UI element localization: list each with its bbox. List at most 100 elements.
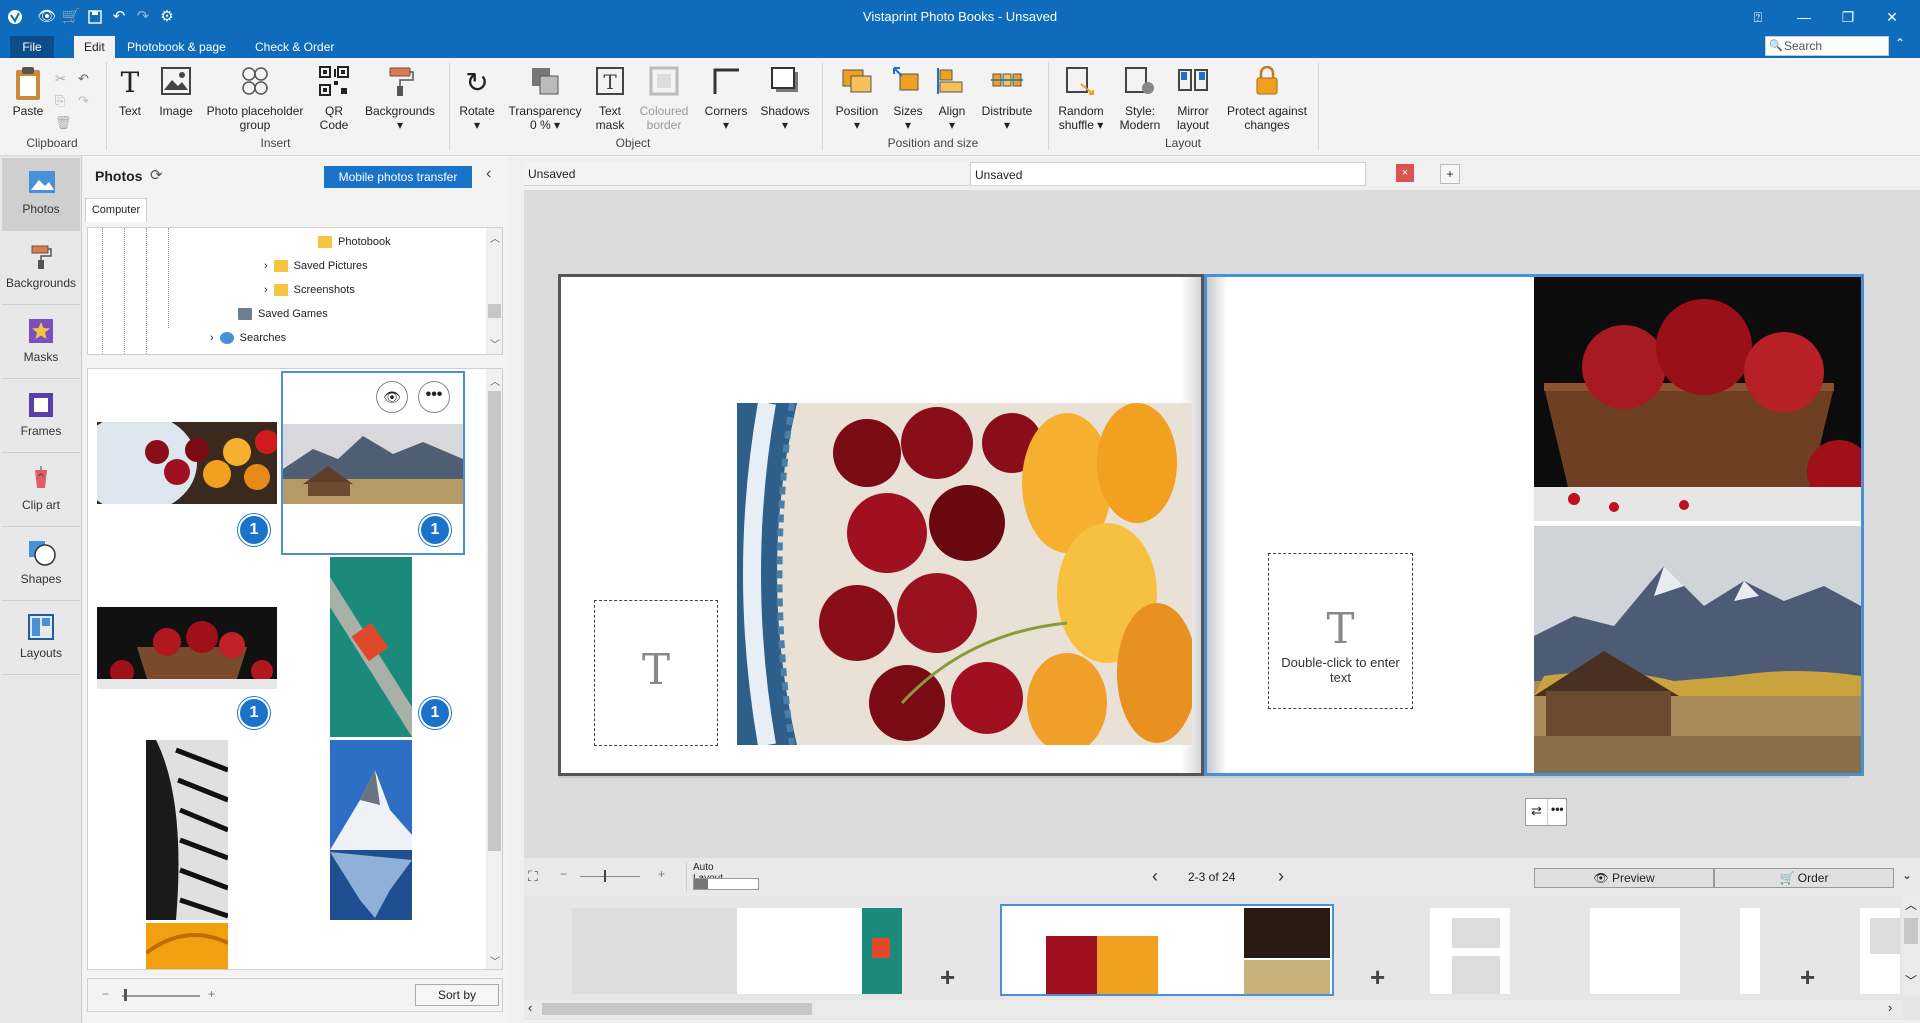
right-page-selected[interactable]: T Double-click to enter text bbox=[1204, 274, 1864, 776]
tree-item-saved-games[interactable]: Saved Games bbox=[238, 305, 328, 323]
close-window-button[interactable]: ✕ bbox=[1870, 0, 1914, 34]
text-placeholder-left[interactable]: T bbox=[594, 600, 718, 746]
menu-check-order[interactable]: Check & Order bbox=[245, 36, 344, 58]
auto-layout-toggle[interactable] bbox=[693, 878, 759, 890]
zoom-slider-handle[interactable] bbox=[604, 870, 606, 882]
coloured-border-button[interactable]: Coloured border bbox=[636, 66, 692, 132]
thumbnail-size-slider[interactable] bbox=[122, 995, 200, 997]
filmstrip-spread-current[interactable] bbox=[1000, 904, 1334, 996]
zoom-out-icon[interactable]: − bbox=[102, 987, 109, 1001]
zoom-out-icon[interactable]: − bbox=[560, 867, 567, 881]
tab-frames[interactable]: Frames bbox=[2, 380, 80, 453]
tab-shapes[interactable]: Shapes bbox=[2, 528, 80, 601]
insert-image-button[interactable]: Image bbox=[156, 66, 196, 118]
minimize-button[interactable]: — bbox=[1782, 0, 1826, 34]
menu-edit[interactable]: Edit bbox=[74, 36, 115, 58]
photo-barn-mountains[interactable] bbox=[1534, 526, 1861, 773]
tree-item-screenshots[interactable]: › Screenshots bbox=[264, 281, 355, 299]
chevron-right-icon[interactable]: › bbox=[1888, 1000, 1892, 1015]
tab-backgrounds[interactable]: Backgrounds bbox=[2, 232, 80, 305]
photo-thumb-fruit-plate[interactable] bbox=[97, 422, 277, 504]
chevron-down-icon[interactable]: ⌄ bbox=[1902, 868, 1912, 882]
left-page[interactable]: T bbox=[558, 274, 1204, 776]
chevron-right-icon[interactable]: › bbox=[264, 260, 268, 272]
tree-scrollbar[interactable]: ︿ ﹀ bbox=[486, 228, 502, 354]
more-options-icon[interactable]: ••• bbox=[418, 381, 450, 413]
transparency-button[interactable]: Transparency 0 % ▾ bbox=[507, 66, 583, 132]
tab-masks[interactable]: Masks bbox=[2, 306, 80, 379]
rotate-button[interactable]: ↻ Rotate ▾ bbox=[455, 66, 499, 132]
chevron-left-icon[interactable]: ‹ bbox=[528, 1000, 532, 1015]
restore-button[interactable]: ❐ bbox=[1826, 0, 1870, 34]
shadows-button[interactable]: Shadows ▾ bbox=[759, 66, 811, 132]
tab-computer[interactable]: Computer bbox=[85, 198, 147, 222]
chevron-right-icon[interactable]: › bbox=[264, 284, 268, 296]
add-page-icon[interactable]: + bbox=[1370, 962, 1385, 993]
ribbon-collapse-icon[interactable]: ⌃ bbox=[1895, 36, 1905, 50]
photo-thumb-flower[interactable] bbox=[146, 923, 228, 969]
tree-item-searches[interactable]: › Searches bbox=[210, 329, 286, 347]
collapse-panel-icon[interactable]: ‹ bbox=[486, 165, 491, 183]
tab-layouts[interactable]: Layouts bbox=[2, 602, 80, 675]
menu-file[interactable]: File bbox=[10, 36, 54, 58]
menu-photobook-page[interactable]: Photobook & page bbox=[117, 36, 236, 58]
search-input[interactable]: 🔍 Search bbox=[1765, 36, 1889, 56]
swap-pages-icon[interactable]: ⇄ bbox=[1531, 803, 1542, 819]
chevron-right-icon[interactable]: › bbox=[210, 332, 214, 344]
filmstrip-spread[interactable] bbox=[572, 908, 902, 994]
chevron-down-icon[interactable]: ﹀ bbox=[1905, 972, 1917, 989]
slider-handle[interactable] bbox=[124, 989, 127, 1001]
order-button[interactable]: 🛒 Order bbox=[1714, 868, 1894, 888]
photo-thumb-bridge-aerial[interactable] bbox=[330, 557, 412, 737]
paste-button[interactable]: Paste bbox=[10, 66, 46, 118]
next-page-icon[interactable]: › bbox=[1278, 866, 1284, 887]
tab-clip-art[interactable]: Clip art bbox=[2, 454, 80, 527]
photo-fruit-plate[interactable] bbox=[737, 403, 1192, 745]
mobile-photos-transfer-button[interactable]: Mobile photos transfer bbox=[324, 166, 472, 188]
tree-item-photobook[interactable]: Photobook bbox=[318, 233, 391, 251]
align-button[interactable]: Align ▾ bbox=[932, 66, 972, 132]
gallery-scrollbar[interactable]: ︿ ﹀ bbox=[486, 369, 502, 969]
photo-thumb-barn[interactable] bbox=[283, 424, 463, 504]
mirror-layout-button[interactable]: Mirror layout bbox=[1172, 66, 1214, 132]
add-tab-button[interactable]: + bbox=[1440, 164, 1460, 184]
zoom-in-icon[interactable]: + bbox=[208, 987, 215, 1001]
filmstrip-spread[interactable] bbox=[1430, 908, 1760, 994]
protect-against-changes-button[interactable]: Protect against changes bbox=[1222, 65, 1312, 132]
tree-item-saved-pictures[interactable]: › Saved Pictures bbox=[264, 257, 368, 275]
filmstrip-vertical-scroll[interactable]: ︿ ﹀ bbox=[1902, 896, 1920, 996]
chevron-down-icon[interactable]: ﹀ bbox=[490, 953, 500, 968]
photo-placeholder-group-button[interactable]: Photo placeholder group bbox=[205, 66, 305, 132]
distribute-button[interactable]: Distribute ▾ bbox=[978, 66, 1036, 132]
photo-thumb-zebra[interactable] bbox=[146, 740, 228, 920]
help-icon[interactable]: ⍰ bbox=[1736, 0, 1780, 34]
chevron-up-icon[interactable]: ︿ bbox=[1902, 896, 1920, 913]
corners-button[interactable]: Corners ▾ bbox=[700, 66, 752, 132]
filmstrip-horizontal-scroll[interactable]: ‹ › bbox=[524, 1000, 1902, 1018]
add-page-icon[interactable]: + bbox=[940, 962, 955, 993]
fit-to-screen-icon[interactable]: ⛶ bbox=[528, 868, 538, 885]
style-modern-button[interactable]: Style: Modern bbox=[1114, 66, 1166, 132]
close-tab-button[interactable]: × bbox=[1396, 164, 1414, 182]
chevron-down-icon[interactable]: ﹀ bbox=[490, 336, 500, 351]
photo-thumb-pomegranate[interactable] bbox=[97, 607, 277, 689]
previous-page-icon[interactable]: ‹ bbox=[1152, 866, 1158, 887]
chevron-up-icon[interactable]: ︿ bbox=[490, 230, 500, 245]
document-tab-active[interactable]: Unsaved bbox=[970, 162, 1366, 186]
insert-text-button[interactable]: T Text bbox=[113, 66, 147, 118]
preview-button[interactable]: 👁 Preview bbox=[1534, 868, 1714, 888]
qr-code-button[interactable]: QR Code bbox=[314, 66, 354, 132]
zoom-slider[interactable] bbox=[580, 876, 640, 877]
document-tab[interactable]: Unsaved bbox=[524, 162, 969, 186]
refresh-icon[interactable]: ⟳ bbox=[150, 166, 163, 184]
backgrounds-button[interactable]: Backgrounds ▾ bbox=[362, 66, 438, 132]
photo-pomegranate[interactable] bbox=[1534, 277, 1861, 521]
text-placeholder-right[interactable]: T Double-click to enter text bbox=[1268, 553, 1413, 709]
preview-eye-icon[interactable]: 👁 bbox=[376, 381, 408, 413]
sizes-button[interactable]: Sizes ▾ bbox=[888, 66, 928, 132]
position-button[interactable]: Position ▾ bbox=[830, 66, 884, 132]
random-shuffle-button[interactable]: Random shuffle ▾ bbox=[1054, 66, 1108, 132]
tab-photos[interactable]: Photos bbox=[2, 158, 80, 231]
text-mask-button[interactable]: T Text mask bbox=[590, 66, 630, 132]
chevron-up-icon[interactable]: ︿ bbox=[490, 373, 500, 388]
